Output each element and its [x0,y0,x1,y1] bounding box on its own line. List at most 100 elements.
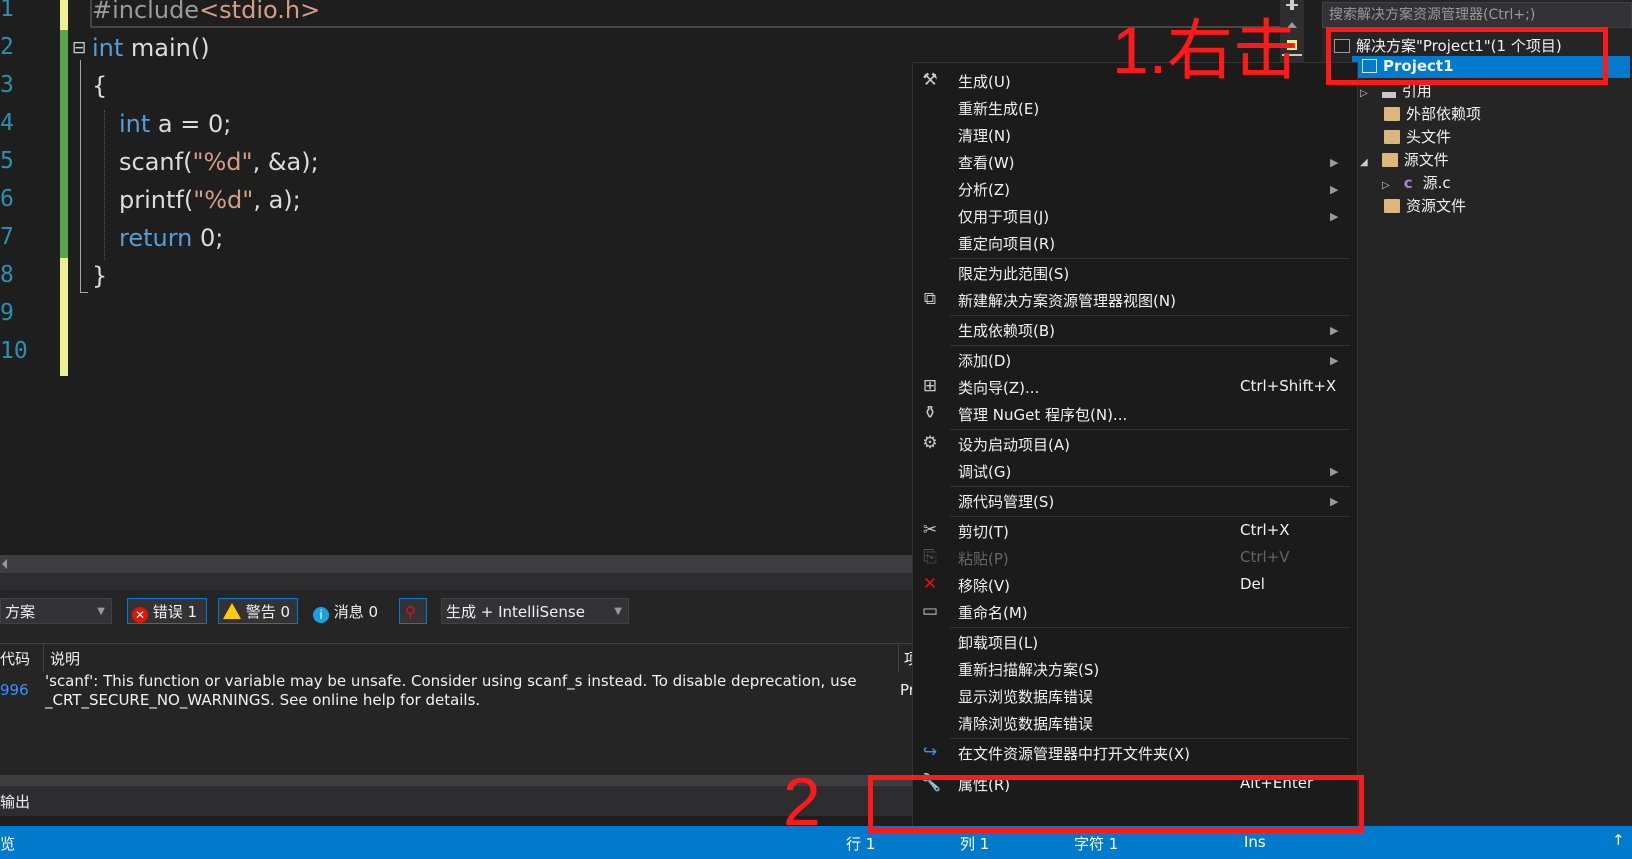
line-number: 2 [0,34,14,60]
warnings-filter-button[interactable]: 警告 0 [218,598,298,624]
annotation-step-2: 2 [783,764,821,840]
menu-item-debug[interactable]: 调试(G) [958,461,1011,482]
menu-item-cut[interactable]: 剪切(T) [958,521,1009,542]
menu-item-build-deps[interactable]: 生成依赖项(B) [958,320,1055,341]
menu-item-retarget[interactable]: 重定向项目(R) [958,233,1055,254]
menu-separator [950,516,1350,517]
menu-separator [950,258,1350,259]
expand-arrow-icon: ▷ [1382,180,1390,191]
menu-item-source-control[interactable]: 源代码管理(S) [958,491,1054,512]
error-description-line-1: 'scanf': This function or variable may b… [45,672,857,690]
submenu-arrow-icon: ▶ [1330,495,1339,508]
line-number: 7 [0,224,14,250]
error-list-scrollbar[interactable] [0,775,915,785]
change-tracking-bar [60,0,68,376]
outline-line [80,60,81,292]
indent-guide [104,110,105,260]
solution-search-input[interactable]: 搜索解决方案资源管理器(Ctrl+;) [1322,2,1632,28]
filter-icon[interactable]: ⚲ [399,598,427,624]
submenu-arrow-icon: ▶ [1330,210,1339,223]
shortcut-class-wizard: Ctrl+Shift+X [1240,377,1337,395]
menu-item-nuget[interactable]: 管理 NuGet 程序包(N)... [958,404,1127,425]
line-number: 10 [0,338,28,364]
menu-separator [950,486,1350,487]
menu-item-project-only[interactable]: 仅用于项目(J) [958,206,1049,227]
tree-external-deps[interactable]: 外部依赖项 [1384,103,1481,124]
annotation-box-1 [1326,27,1608,85]
status-line: 行 1 [846,835,876,853]
code-line-4: int a = 0; [119,110,232,138]
menu-item-new-solution-view[interactable]: 新建解决方案资源管理器视图(N) [958,290,1176,311]
new-view-icon: ⧉ [923,289,937,309]
c-file-icon: c [1403,174,1413,192]
code-line-7: return 0; [119,224,224,252]
menu-item-rebuild[interactable]: 重新生成(E) [958,98,1039,119]
references-icon [1381,92,1396,98]
errors-filter-button[interactable]: ✕ 错误 1 [127,598,207,624]
menu-item-build[interactable]: 生成(U) [958,71,1011,92]
error-row[interactable]: 996 'scanf': This function or variable m… [0,672,915,772]
warning-icon [223,603,241,619]
menu-separator [950,738,1350,739]
error-description-line-2: _CRT_SECURE_NO_WARNINGS. See online help… [45,691,481,709]
menu-item-scope-to-this[interactable]: 限定为此范围(S) [958,263,1069,284]
scope-combo[interactable]: 方案 ▼ [0,598,112,624]
annotation-step-1: 1.右击 [1112,13,1300,87]
menu-separator [950,345,1350,346]
build-source-combo[interactable]: 生成 + IntelliSense ▼ [441,598,629,624]
menu-item-add[interactable]: 添加(D) [958,350,1011,371]
menu-item-paste[interactable]: 粘贴(P) [958,548,1009,569]
gear-icon: ⚙ [922,433,938,453]
line-number: 5 [0,148,14,174]
scissors-icon: ✂ [922,520,938,540]
error-code-link[interactable]: 996 [0,681,29,699]
code-line-1: #include<stdio.h> [92,0,321,24]
expand-arrow-icon: ▷ [1360,88,1368,99]
submenu-arrow-icon: ▶ [1330,324,1339,337]
menu-item-set-startup[interactable]: 设为启动项目(A) [958,434,1070,455]
menu-separator [950,315,1350,316]
open-folder-arrow-icon: ↪ [922,742,938,762]
status-left: 览 [0,835,16,853]
error-icon: ✕ [132,607,148,623]
tree-source-c[interactable]: ▷ c 源.c [1382,172,1451,193]
info-icon: i [313,607,329,623]
shortcut-remove: Del [1240,575,1265,593]
submenu-arrow-icon: ▶ [1330,156,1339,169]
menu-item-clean[interactable]: 清理(N) [958,125,1011,146]
menu-item-rename[interactable]: 重命名(M) [958,602,1028,623]
panel-divider [0,573,915,590]
column-code[interactable]: 代码 [0,648,30,669]
menu-item-clear-browse-errors[interactable]: 清除浏览数据库错误 [958,713,1093,734]
menu-item-show-browse-errors[interactable]: 显示浏览数据库错误 [958,686,1093,707]
menu-item-remove[interactable]: 移除(V) [958,575,1010,596]
code-line-8: } [92,262,108,290]
tree-resource-files[interactable]: 资源文件 [1384,195,1466,216]
output-tab[interactable]: 输出 [0,791,30,812]
code-editor[interactable]: 1 2 3 4 5 6 7 8 9 10 ⊟ #include<stdio.h>… [0,0,1290,555]
paste-icon: ⎘ [923,547,937,567]
menu-item-open-in-explorer[interactable]: 在文件资源管理器中打开文件夹(X) [958,743,1190,764]
menu-item-unload[interactable]: 卸载项目(L) [958,632,1038,653]
remove-x-icon: ✕ [922,574,938,594]
menu-item-view[interactable]: 查看(W) [958,152,1015,173]
tree-source-files[interactable]: ◢ 源文件 [1360,149,1449,170]
annotation-box-2 [868,775,1364,833]
menu-item-analyze[interactable]: 分析(Z) [958,179,1010,200]
tree-header-files[interactable]: 头文件 [1384,126,1451,147]
line-number: 3 [0,72,14,98]
editor-horizontal-scrollbar[interactable] [0,555,915,573]
publish-up-icon[interactable]: ↑ [1612,831,1625,849]
code-line-5: scanf("%d", &a); [119,148,319,176]
menu-item-class-wizard[interactable]: 类向导(Z)... [958,377,1039,398]
menu-item-rescan[interactable]: 重新扫描解决方案(S) [958,659,1099,680]
menu-separator [950,627,1350,628]
messages-filter-button[interactable]: i 消息 0 [308,598,388,624]
folder-icon [1384,130,1400,144]
nuget-icon: ⚱ [922,403,938,423]
line-number: 8 [0,262,14,288]
line-number: 9 [0,300,14,326]
collapse-icon[interactable]: ⊟ [72,38,86,58]
column-description[interactable]: 说明 [50,648,80,669]
class-wizard-icon: ⊞ [922,376,938,396]
